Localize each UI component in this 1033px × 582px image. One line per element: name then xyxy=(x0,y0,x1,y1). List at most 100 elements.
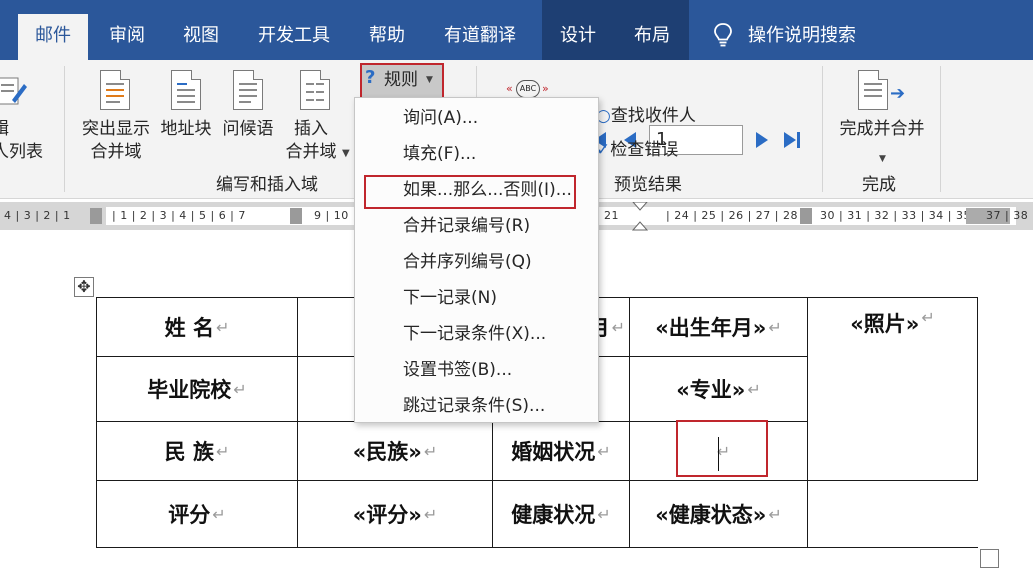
highlight-merge-fields-button[interactable]: 突出显示 合并域 xyxy=(78,68,154,172)
edit-list-label-2: 人列表 xyxy=(0,142,43,162)
merge-field-health: «健康状态» xyxy=(655,503,767,527)
cell-birth-field[interactable]: «出生年月» ↵ xyxy=(629,297,808,357)
label-text: 婚姻状况 xyxy=(511,440,596,464)
lightbulb-icon xyxy=(714,23,732,47)
paragraph-mark: ↵ xyxy=(921,308,935,327)
insert-field-icon xyxy=(300,70,330,110)
paragraph-mark: ↵ xyxy=(423,441,438,461)
label-text: 毕业院校 xyxy=(147,378,232,402)
label-text: 评分 xyxy=(168,503,211,527)
highlight-fields-label-2: 合并域 xyxy=(90,142,142,162)
paragraph-mark: ↵ xyxy=(215,441,230,461)
menu-item-merge-record-number[interactable]: 合并记录编号(R) xyxy=(403,208,530,244)
merge-field-major: «专业» xyxy=(676,378,746,402)
if-then-else-highlight-box xyxy=(364,175,576,209)
paragraph-mark: ↵ xyxy=(597,504,611,524)
paragraph-mark: ↵ xyxy=(212,504,226,524)
tab-view[interactable]: 视图 xyxy=(170,14,232,60)
table-move-handle[interactable]: ✥ xyxy=(74,277,94,297)
tab-mailings[interactable]: 邮件 xyxy=(18,14,88,60)
menu-item-ask[interactable]: 询问(A)... xyxy=(403,100,478,136)
highlight-fields-icon xyxy=(100,70,130,110)
group-label-finish: 完成 xyxy=(862,175,896,195)
address-block-label: 地址块 xyxy=(160,119,212,139)
ruler-numbers: 9 | 10 xyxy=(314,209,349,222)
menu-item-set-bookmark[interactable]: 设置书签(B)... xyxy=(403,352,512,388)
tab-help[interactable]: 帮助 xyxy=(356,14,418,60)
tab-youdao-translate[interactable]: 有道翻译 xyxy=(434,14,526,60)
greeting-line-icon xyxy=(233,70,263,110)
tab-layout[interactable]: 布局 xyxy=(622,14,682,60)
move-icon: ✥ xyxy=(77,277,91,296)
ruler-column-marker[interactable] xyxy=(800,208,812,224)
paragraph-mark: ↵ xyxy=(597,441,611,461)
finish-merge-icon xyxy=(858,70,888,110)
cell-health-label[interactable]: 健康状况 ↵ xyxy=(492,480,630,548)
menu-item-merge-sequence-number[interactable]: 合并序列编号(Q) xyxy=(403,244,532,280)
tab-review[interactable]: 审阅 xyxy=(96,14,158,60)
arrow-right-icon: ➔ xyxy=(890,83,906,104)
cell-photo-field[interactable]: «照片» ↵ xyxy=(807,297,978,481)
paragraph-mark: ↵ xyxy=(423,504,438,524)
paragraph-mark: ↵ xyxy=(747,379,761,399)
group-label-write-insert: 编写和插入域 xyxy=(216,175,318,195)
merge-field-score: «评分» xyxy=(352,503,422,527)
ribbon-tab-bar: 邮件 审阅 视图 开发工具 帮助 有道翻译 设计 布局 操作说明搜索 xyxy=(0,0,1033,60)
insert-field-label-2: 合并域 xyxy=(285,142,337,162)
table-resize-handle[interactable] xyxy=(980,549,999,568)
ruler-numbers: | 24 | 25 | 26 | 27 | 28 | xyxy=(666,209,807,222)
ruler-indent-marker[interactable] xyxy=(632,202,648,232)
tab-developer[interactable]: 开发工具 xyxy=(248,14,340,60)
rules-highlight-box xyxy=(360,63,444,99)
find-recipient-button[interactable]: ○查找收件人 xyxy=(596,105,696,127)
cell-marriage-label[interactable]: 婚姻状况 ↵ xyxy=(492,421,630,481)
paragraph-mark: ↵ xyxy=(611,317,625,337)
tab-design[interactable]: 设计 xyxy=(548,14,608,60)
edit-list-label-1: 辑 xyxy=(0,119,9,139)
finish-merge-label: 完成并合并 xyxy=(839,119,925,139)
highlight-fields-label-1: 突出显示 xyxy=(82,119,150,139)
menu-item-next-record[interactable]: 下一记录(N) xyxy=(403,280,497,316)
marriage-field-highlight-box xyxy=(676,420,768,477)
abc-label: ABC xyxy=(516,80,540,98)
next-record-icon[interactable] xyxy=(752,130,772,150)
cell-name-label[interactable]: 姓 名 ↵ xyxy=(96,297,298,357)
greeting-line-button[interactable]: 问候语 xyxy=(218,68,278,148)
cell-score-field[interactable]: «评分» ↵ xyxy=(297,480,493,548)
label-text: 姓 名 xyxy=(164,316,214,340)
group-label-preview: 预览结果 xyxy=(614,175,682,195)
ruler-column-marker[interactable] xyxy=(290,208,302,224)
cell-score-label[interactable]: 评分 ↵ xyxy=(96,480,298,548)
menu-item-skip-record-if[interactable]: 跳过记录条件(S)... xyxy=(403,388,545,424)
cell-ethnicity-label[interactable]: 民 族 ↵ xyxy=(96,421,298,481)
menu-item-next-record-if[interactable]: 下一记录条件(X)... xyxy=(403,316,546,352)
label-text: 健康状况 xyxy=(511,503,596,527)
finish-and-merge-button[interactable]: ➔ 完成并合并 ▼ xyxy=(834,68,930,172)
merge-field-birth: «出生年月» xyxy=(655,316,767,340)
menu-item-fill-in[interactable]: 填充(F)... xyxy=(403,136,476,172)
paragraph-mark: ↵ xyxy=(768,317,782,337)
chevron-down-icon: ▼ xyxy=(342,148,350,159)
paragraph-mark: ↵ xyxy=(215,317,230,337)
check-errors-label: 检查错误 xyxy=(610,140,679,160)
ruler-left-numbers: 4 | 3 | 2 | 1 xyxy=(4,209,71,222)
merge-field-photo: «照片» xyxy=(850,312,920,336)
cell-ethnicity-field[interactable]: «民族» ↵ xyxy=(297,421,493,481)
ruler-marker[interactable] xyxy=(90,208,102,224)
cell-major-field[interactable]: «专业» ↵ xyxy=(629,356,808,422)
address-block-button[interactable]: 地址块 xyxy=(156,68,216,148)
insert-merge-field-button[interactable]: 插入 合并域 ▼ xyxy=(280,68,354,172)
cell-health-field[interactable]: «健康状态» ↵ xyxy=(629,480,808,548)
merge-field-ethnicity: «民族» xyxy=(352,440,422,464)
edit-list-icon xyxy=(0,77,27,105)
check-errors-button[interactable]: ✓检查错误 xyxy=(596,139,678,161)
cell-school-label[interactable]: 毕业院校 ↵ xyxy=(96,356,298,422)
last-record-icon[interactable] xyxy=(782,130,802,150)
cell-empty xyxy=(807,480,978,548)
tell-me-search[interactable]: 操作说明搜索 xyxy=(748,14,862,60)
find-recipient-label: 查找收件人 xyxy=(610,106,696,126)
chevron-down-icon: ▼ xyxy=(879,154,886,164)
group-divider xyxy=(64,66,65,192)
ruler-numbers: 37 | 38 xyxy=(986,209,1029,222)
rules-dropdown-menu: 询问(A)... 填充(F)... 如果...那么...否则(I)... 合并记… xyxy=(354,97,599,423)
